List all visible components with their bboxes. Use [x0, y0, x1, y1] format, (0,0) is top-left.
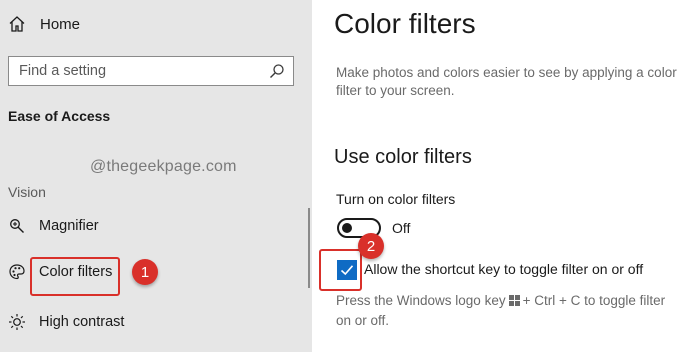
- sidebar: Home Find a setting Ease of Access @theg…: [0, 0, 312, 352]
- brightness-icon: [8, 313, 26, 331]
- annotation-badge-1: 1: [132, 259, 158, 285]
- color-palette-icon: [8, 263, 26, 281]
- sidebar-item-label: Magnifier: [39, 218, 99, 234]
- section-heading: Use color filters: [334, 146, 472, 168]
- shortcut-hint: Press the Windows logo key + Ctrl + C to …: [336, 291, 694, 330]
- main-content: Color filters Make photos and colors eas…: [312, 0, 694, 352]
- toggle-knob: [342, 223, 352, 233]
- annotation-badge-2: 2: [358, 233, 384, 259]
- description-line-1: Make photos and colors easier to see by …: [336, 65, 677, 80]
- hint-text-3: on or off.: [336, 312, 390, 328]
- sidebar-item-label: High contrast: [39, 314, 125, 330]
- hint-text-2: + Ctrl + C to toggle filter: [522, 293, 666, 308]
- search-placeholder: Find a setting: [19, 63, 107, 79]
- page-title: Color filters: [334, 8, 476, 39]
- toggle-label: Turn on color filters: [336, 191, 456, 207]
- toggle-state: Off: [392, 220, 411, 236]
- annotation-box-2: [319, 249, 362, 291]
- windows-logo-icon: [508, 292, 520, 311]
- home-label: Home: [40, 15, 81, 33]
- watermark: @thegeekpage.com: [90, 158, 237, 175]
- sidebar-item-high-contrast[interactable]: High contrast: [8, 310, 124, 334]
- nav-home[interactable]: Home: [8, 12, 80, 36]
- sidebar-scrollbar[interactable]: [308, 208, 310, 288]
- section-title: Ease of Access: [8, 108, 111, 124]
- sidebar-item-magnifier[interactable]: Magnifier: [8, 214, 99, 238]
- description-line-2: filter to your screen.: [336, 83, 455, 98]
- annotation-box-1: [30, 257, 120, 296]
- shortcut-checkbox-label: Allow the shortcut key to toggle filter …: [364, 261, 644, 277]
- search-icon: [270, 64, 284, 78]
- search-input[interactable]: Find a setting: [8, 56, 294, 86]
- magnifier-icon: [8, 217, 26, 235]
- page-description: Make photos and colors easier to see by …: [336, 64, 694, 100]
- home-icon: [9, 16, 25, 32]
- category-vision: Vision: [8, 184, 46, 200]
- hint-text-1: Press the Windows logo key: [336, 293, 506, 308]
